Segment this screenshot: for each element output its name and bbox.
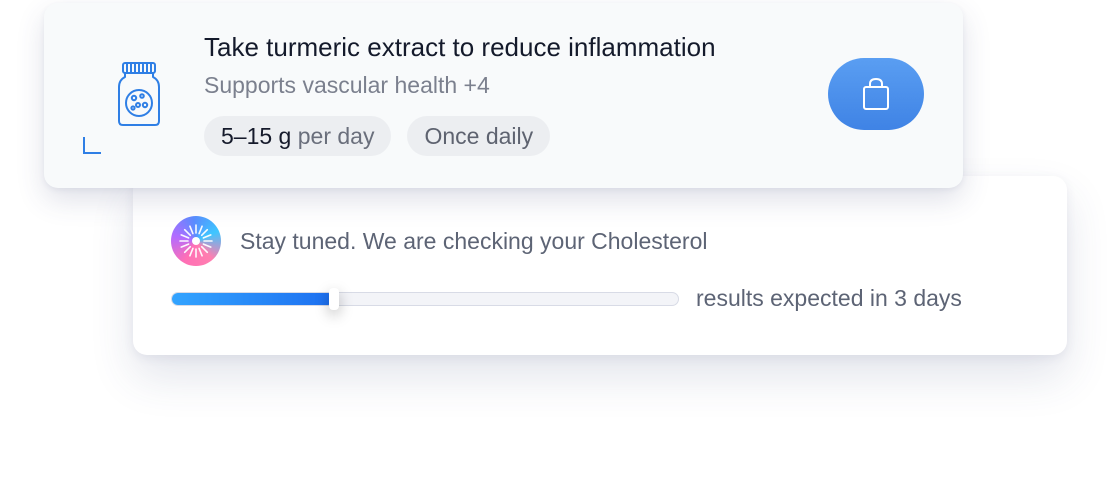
shopping-bag-icon <box>861 77 891 111</box>
supplement-jar-icon <box>115 60 163 133</box>
progress-row: results expected in 3 days <box>171 285 962 312</box>
dose-chip: 5–15 g per day <box>204 116 392 156</box>
status-message: Stay tuned. We are checking your Cholest… <box>240 227 708 254</box>
frequency-chip: Once daily <box>407 116 551 156</box>
progress-handle[interactable] <box>328 287 339 310</box>
status-card: Stay tuned. We are checking your Cholest… <box>133 176 1067 355</box>
supplement-chips: 5–15 g per day Once daily <box>204 116 566 156</box>
supplement-title: Take turmeric extract to reduce inflamma… <box>204 32 716 62</box>
buy-button[interactable] <box>828 58 924 130</box>
dose-value: 5–15 g <box>221 123 292 149</box>
corner-bracket-icon <box>83 137 101 154</box>
supplement-card[interactable]: Take turmeric extract to reduce inflamma… <box>44 3 963 188</box>
progress-fill <box>172 292 334 305</box>
results-eta: results expected in 3 days <box>696 285 962 311</box>
supplement-subtitle: Supports vascular health +4 <box>204 72 490 98</box>
dose-unit: per day <box>297 123 375 149</box>
status-row: Stay tuned. We are checking your Cholest… <box>171 216 708 266</box>
sunburst-icon <box>171 216 221 266</box>
progress-track <box>171 287 679 310</box>
